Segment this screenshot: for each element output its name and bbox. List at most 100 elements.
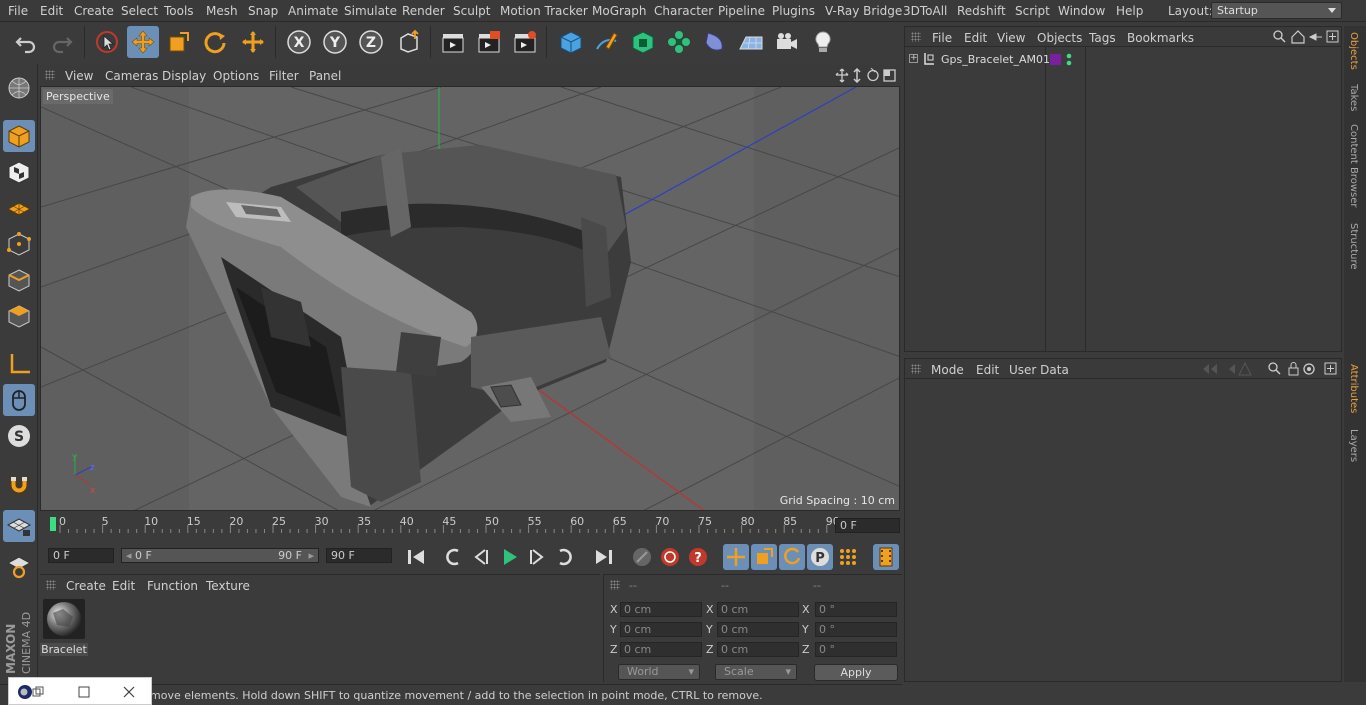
add-light-button[interactable] [807,26,839,58]
object-menu-tags[interactable]: Tags [1089,31,1116,45]
add-subdivision-button[interactable] [627,26,659,58]
tab-structure[interactable]: Structure [1348,223,1359,270]
next-frame-button[interactable] [524,544,550,570]
redo-button[interactable] [46,26,78,58]
x-axis-lock-button[interactable]: X [283,26,315,58]
menu-vray-bridge[interactable]: V-Ray Bridge [825,4,902,18]
viewport-menu-options[interactable]: Options [213,69,259,83]
move-tool-button[interactable] [127,26,159,58]
restore-icon[interactable] [31,685,45,699]
menu-window[interactable]: Window [1058,4,1105,18]
menu-tools[interactable]: Tools [164,4,194,18]
autokey-button[interactable]: ? [685,544,711,570]
viewport-menu-display[interactable]: Display [162,69,206,83]
pos-y-field[interactable]: 0 cm [620,622,702,637]
workplane-lock-button[interactable] [3,510,35,542]
tweak-mode-button[interactable] [3,384,35,416]
object-name[interactable]: Gps_Bracelet_AM01 [941,53,1050,66]
viewport-nav-icons[interactable] [835,68,897,83]
object-menu-file[interactable]: File [932,31,952,45]
rot-z-field[interactable]: 0 ° [815,642,897,657]
texture-mode-button[interactable] [3,156,35,188]
add-deformer-button[interactable] [699,26,731,58]
size-x-field[interactable]: 0 cm [717,602,799,617]
live-selection-button[interactable] [91,26,123,58]
menu-edit[interactable]: Edit [40,4,63,18]
scale-mode-dropdown[interactable]: Scale ▾ [715,664,797,680]
polygons-mode-button[interactable] [3,300,35,332]
pos-x-field[interactable]: 0 cm [620,602,702,617]
material-menu-function[interactable]: Function [147,579,198,593]
points-mode-button[interactable] [3,228,35,260]
menu-select[interactable]: Select [121,4,158,18]
rot-x-field[interactable]: 0 ° [815,602,897,617]
workplane-mode-button[interactable] [3,192,35,224]
viewport-menu-panel[interactable]: Panel [309,69,341,83]
scale-tool-button[interactable] [163,26,195,58]
menu-file[interactable]: File [8,4,28,18]
pos-z-field[interactable]: 0 cm [620,642,702,657]
make-editable-button[interactable] [3,72,35,104]
object-row[interactable]: + Gps_Bracelet_AM01 [905,51,1341,69]
start-frame-field[interactable]: 0 F [48,548,114,563]
viewport-menu-filter[interactable]: Filter [269,69,299,83]
solo-button[interactable]: S [3,420,35,452]
snap-button[interactable] [3,468,35,500]
timeline-window-button[interactable] [873,544,899,570]
material-menu-texture[interactable]: Texture [206,579,250,593]
menu-character[interactable]: Character [654,4,713,18]
tab-content-browser[interactable]: Content Browser [1348,124,1359,207]
perspective-viewport[interactable]: y z x Perspective Grid Spacing : 10 cm [40,86,900,511]
previous-frame-button[interactable] [468,544,494,570]
recent-tool-button[interactable] [237,26,269,58]
menu-sculpt[interactable]: Sculpt [453,4,490,18]
menu-pipeline[interactable]: Pipeline [718,4,765,18]
menu-script[interactable]: Script [1015,4,1050,18]
end-frame-field[interactable]: 90 F [326,548,392,563]
menu-snap[interactable]: Snap [248,4,278,18]
rot-y-field[interactable]: 0 ° [815,622,897,637]
key-scale-button[interactable] [751,544,777,570]
menu-help[interactable]: Help [1116,4,1143,18]
current-frame-field[interactable]: 0 F [835,518,900,533]
coordinate-system-button[interactable] [393,26,425,58]
object-manager-tools[interactable] [1273,30,1339,44]
apply-button[interactable]: Apply [814,664,898,681]
goto-end-button[interactable] [591,544,617,570]
add-floor-button[interactable] [735,26,767,58]
attribute-menu-mode[interactable]: Mode [931,363,964,377]
material-item[interactable]: Bracelet [40,575,88,661]
quantize-button[interactable] [3,550,35,582]
layout-select[interactable]: Startup [1211,2,1342,19]
timeline-ruler[interactable]: 0 5 10 15 20 25 30 35 40 45 50 55 60 65 70 75 80 85 90 0 F [40,513,900,537]
viewport-menu-cameras[interactable]: Cameras [105,69,158,83]
axis-mode-button[interactable] [3,348,35,380]
add-spline-pen-button[interactable] [591,26,623,58]
key-pla-button[interactable] [835,544,861,570]
expand-toggle-icon[interactable]: + [909,54,918,63]
next-key-button[interactable] [552,544,578,570]
menu-3dtoall[interactable]: 3DToAll [903,4,947,18]
key-parameter-button[interactable]: P [807,544,833,570]
record-active-button[interactable] [657,544,683,570]
rotate-tool-button[interactable] [199,26,231,58]
key-rotation-button[interactable] [779,544,805,570]
menu-animate[interactable]: Animate [288,4,338,18]
menu-render[interactable]: Render [402,4,445,18]
material-menu-edit[interactable]: Edit [112,579,135,593]
object-menu-objects[interactable]: Objects [1037,31,1082,45]
tab-layers[interactable]: Layers [1348,429,1359,462]
model-mode-button[interactable] [3,120,35,152]
add-mograph-cloner-button[interactable] [663,26,695,58]
coordinate-mode-dropdown[interactable]: World ▾ [618,664,700,680]
object-menu-bookmarks[interactable]: Bookmarks [1127,31,1194,45]
play-button[interactable] [496,544,522,570]
undo-button[interactable] [10,26,42,58]
layer-color-swatch[interactable] [1050,54,1061,65]
tab-objects[interactable]: Objects [1348,32,1359,70]
frame-range-slider[interactable]: ◂ 0 F 90 F ▸ [121,548,319,563]
y-axis-lock-button[interactable]: Y [319,26,351,58]
menu-motion-tracker[interactable]: Motion Tracker [500,4,588,18]
tab-takes[interactable]: Takes [1348,84,1359,111]
render-settings-button[interactable] [509,26,541,58]
